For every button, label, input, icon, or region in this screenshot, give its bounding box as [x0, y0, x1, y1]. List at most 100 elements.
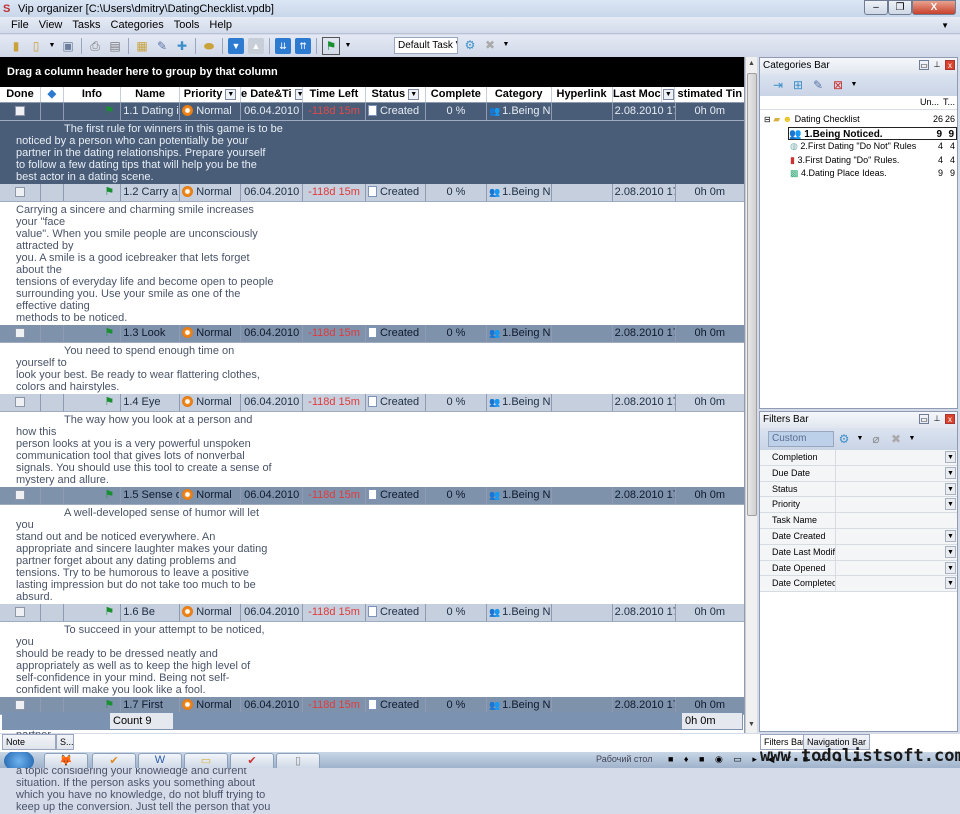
filter-row[interactable]: Date Created ▼	[760, 528, 957, 545]
float-icon[interactable]: ▭	[919, 60, 929, 70]
info-flag-cell[interactable]: ⚑	[64, 604, 122, 621]
hyperlink-cell[interactable]	[552, 184, 613, 201]
done-checkbox[interactable]	[0, 487, 42, 504]
filter-row[interactable]: Date Opened ▼	[760, 560, 957, 577]
col-estimated-time[interactable]: stimated Tin	[675, 87, 744, 102]
edit-category-icon[interactable]: ✎	[810, 77, 826, 93]
minimize-button[interactable]: –	[864, 0, 888, 15]
status-cell[interactable]: Created	[366, 604, 426, 621]
close-button[interactable]: X	[912, 0, 956, 15]
name-cell[interactable]: 1.4 Eye	[121, 394, 181, 411]
col-hyperlink[interactable]: Hyperlink	[552, 87, 613, 102]
done-checkbox[interactable]	[0, 103, 42, 120]
status-cell[interactable]: Created	[366, 325, 426, 342]
filter-dropdown-icon[interactable]: ▼	[294, 88, 302, 100]
filter-value[interactable]: ▼	[836, 481, 957, 497]
collapse-all-icon[interactable]: ⇈	[295, 38, 311, 54]
category-item[interactable]: ⊟ ▰ ☻ Dating Checklist 26 26	[760, 113, 957, 127]
time-left-cell[interactable]: -118d 15m	[303, 604, 366, 621]
info-cell[interactable]	[41, 604, 65, 621]
table-row[interactable]: ⚑ 1.6 Be Normal 06.04.2010 -118d 15m Created 0…	[0, 604, 744, 622]
priority-cell[interactable]: Normal	[180, 325, 242, 342]
complete-cell[interactable]: 0 %	[426, 184, 487, 201]
dropdown-icon[interactable]: ▼	[48, 38, 56, 54]
apply-filter-icon[interactable]: ⚙	[836, 431, 852, 447]
filter-row[interactable]: Task Name	[760, 513, 957, 529]
category-cell[interactable]: 👥 1.Being N	[487, 103, 552, 120]
new-subtask-icon[interactable]: ✚	[174, 38, 190, 54]
time-left-cell[interactable]: -118d 15m	[303, 394, 366, 411]
done-checkbox[interactable]	[0, 325, 42, 342]
clear-filter-icon[interactable]: ⌀	[868, 431, 884, 447]
filter-value[interactable]: ▼	[836, 465, 957, 481]
done-checkbox[interactable]	[15, 328, 25, 338]
menu-overflow-icon[interactable]: ▼	[941, 21, 949, 30]
due-date-cell[interactable]: 06.04.2010	[241, 604, 304, 621]
close-pane-icon[interactable]: x	[945, 60, 955, 70]
filter-preset-select[interactable]: Custom	[768, 431, 834, 447]
dropdown-icon[interactable]: ▼	[856, 431, 864, 447]
col-complete[interactable]: Complete	[426, 87, 487, 102]
add-subcategory-icon[interactable]: ⊞	[790, 77, 806, 93]
database-icon[interactable]: ▮	[8, 38, 24, 54]
info-flag-cell[interactable]: ⚑	[64, 184, 122, 201]
table-row[interactable]: ⚑ 1.4 Eye Normal 06.04.2010 -118d 15m Created…	[0, 394, 744, 412]
tab-s[interactable]: S...	[56, 734, 74, 750]
name-cell[interactable]: 1.3 Look	[121, 325, 181, 342]
chevron-down-icon[interactable]: ▼	[945, 529, 956, 542]
chevron-down-icon[interactable]: ▼	[945, 498, 956, 511]
hyperlink-cell[interactable]	[552, 394, 613, 411]
todo-app-icon[interactable]: ✔	[92, 753, 136, 768]
priority-cell[interactable]: Normal	[180, 184, 242, 201]
col-uncompleted[interactable]: Un...	[920, 97, 939, 107]
filter-row[interactable]: Due Date ▼	[760, 465, 957, 482]
explorer-icon[interactable]: ▭	[184, 753, 228, 768]
delete-view-icon[interactable]: ✖	[482, 37, 498, 53]
complete-cell[interactable]: 0 %	[426, 487, 487, 504]
menu-view[interactable]: View	[39, 19, 63, 31]
move-up-icon[interactable]: ▲	[248, 38, 264, 54]
filter-value[interactable]: ▼	[836, 497, 957, 513]
category-item[interactable]: 👥 1.Being Noticed. 9 9	[788, 126, 957, 140]
complete-cell[interactable]: 0 %	[426, 325, 487, 342]
info-cell[interactable]	[41, 394, 65, 411]
info-flag-cell[interactable]: ⚑	[64, 325, 122, 342]
info-flag-cell[interactable]: ⚑	[64, 394, 122, 411]
estimated-time-cell[interactable]: 0h 0m	[676, 184, 744, 201]
done-checkbox[interactable]	[0, 394, 42, 411]
dropdown-icon[interactable]: ▼	[908, 431, 916, 447]
category-cell[interactable]: 👥 1.Being N	[487, 325, 552, 342]
edit-task-icon[interactable]: ✎	[154, 38, 170, 54]
priority-cell[interactable]: Normal	[180, 394, 242, 411]
group-by-area[interactable]: Drag a column header here to group by th…	[0, 57, 744, 87]
time-left-cell[interactable]: -118d 15m	[303, 103, 366, 120]
info-cell[interactable]	[41, 103, 65, 120]
scroll-down-icon[interactable]: ▼	[748, 721, 755, 728]
complete-cell[interactable]: 0 %	[426, 103, 487, 120]
delete-category-icon[interactable]: ⊠	[830, 77, 846, 93]
tab-note[interactable]: Note	[2, 734, 56, 750]
name-cell[interactable]: 1.1 Dating is	[121, 103, 181, 120]
filter-row[interactable]: Date Completed ▼	[760, 576, 957, 593]
due-date-cell[interactable]: 06.04.2010	[241, 103, 304, 120]
due-date-cell[interactable]: 06.04.2010	[241, 487, 304, 504]
done-checkbox[interactable]	[15, 700, 25, 710]
filter-row[interactable]: Completion ▼	[760, 450, 957, 466]
hyperlink-cell[interactable]	[552, 325, 613, 342]
last-modified-cell[interactable]: 2.08.2010 17:4	[613, 325, 676, 342]
category-cell[interactable]: 👥 1.Being N	[487, 394, 552, 411]
last-modified-cell[interactable]: 2.08.2010 17:4	[613, 184, 676, 201]
col-last-modified[interactable]: Last Moc	[613, 87, 663, 102]
col-priority[interactable]: Priority ▼	[180, 87, 242, 102]
last-modified-cell[interactable]: 2.08.2010 17:4	[613, 394, 676, 411]
time-left-cell[interactable]: -118d 15m	[303, 184, 366, 201]
menu-tools[interactable]: Tools	[174, 19, 200, 31]
col-done[interactable]: Done	[0, 87, 41, 102]
done-checkbox[interactable]	[15, 187, 25, 197]
name-cell[interactable]: 1.2 Carry a	[121, 184, 181, 201]
filter-value[interactable]: ▼	[836, 576, 957, 592]
view-select[interactable]: Default Task V	[394, 37, 458, 54]
category-item[interactable]: ◍ 2.First Dating "Do Not" Rules 4 4	[760, 140, 957, 154]
menu-help[interactable]: Help	[209, 19, 232, 31]
chevron-down-icon[interactable]: ▼	[945, 561, 956, 574]
